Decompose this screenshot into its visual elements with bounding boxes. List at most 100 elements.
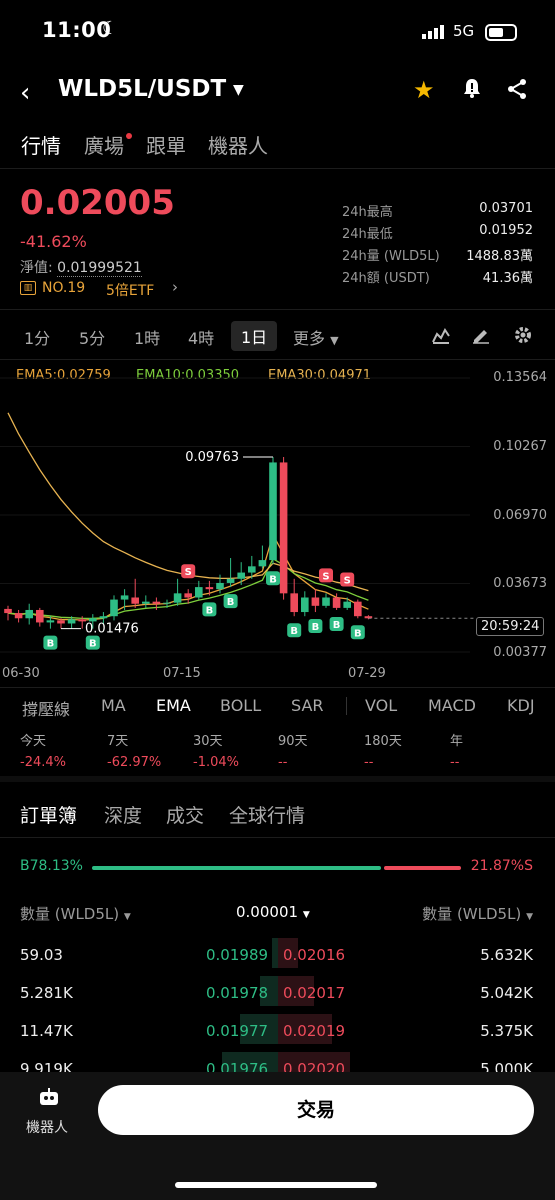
tab-square[interactable]: 廣場	[84, 130, 124, 159]
signal-icon	[422, 25, 444, 39]
star-icon[interactable]: ★	[413, 76, 435, 104]
candle-body	[279, 462, 288, 594]
y-tick-label: 0.10267	[493, 439, 547, 454]
stat-label: 24h最高	[342, 205, 393, 220]
interval-1m[interactable]: 1分	[24, 325, 50, 349]
ema30-line	[7, 412, 369, 592]
indicator-support[interactable]: 撐壓線	[22, 696, 70, 720]
price-step-select[interactable]: 0.00001 ▼	[236, 903, 310, 921]
pair-title[interactable]: WLD5L/USDT	[58, 76, 226, 102]
col-qty-left-label: 數量 (WLD5L)	[20, 905, 120, 923]
last-price: 0.02005	[20, 183, 175, 223]
perf-label: 年	[450, 734, 464, 749]
perf-value: -62.97%	[107, 755, 162, 770]
robot-label[interactable]: 機器人	[26, 1117, 68, 1137]
interval-1h[interactable]: 1時	[134, 325, 160, 349]
candle-body	[57, 620, 65, 624]
net-value-amount: 0.01999521	[57, 260, 142, 277]
x-tick-label: 06-30	[2, 666, 40, 681]
ask-price[interactable]: 0.02016	[283, 946, 345, 964]
marker-label: B	[269, 574, 277, 585]
col-qty-right[interactable]: 數量 (WLD5L) ▼	[422, 903, 533, 924]
tab-trades[interactable]: 成交	[166, 801, 204, 828]
interval-more-label: 更多	[293, 329, 326, 348]
tab-market[interactable]: 行情	[21, 130, 61, 159]
gear-icon[interactable]	[514, 326, 532, 344]
draw-icon[interactable]	[472, 326, 490, 344]
caret-down-icon: ▼	[330, 334, 339, 347]
perf-label: 90天	[278, 734, 308, 749]
perf-label: 7天	[107, 734, 129, 749]
indicator-ema[interactable]: EMA	[156, 696, 191, 715]
bid-price[interactable]: 0.01978	[206, 984, 268, 1002]
y-tick-label: 0.13564	[493, 370, 547, 385]
rank-label[interactable]: NO.19	[42, 280, 85, 296]
bid-price[interactable]: 0.01977	[206, 1022, 268, 1040]
trade-button[interactable]: 交易	[98, 1085, 534, 1135]
bid-price[interactable]: 0.01989	[206, 946, 268, 964]
candle-body	[248, 566, 256, 573]
y-tick-label: 0.03673	[493, 576, 547, 591]
candlestick-chart[interactable]: 0.09763 0.01476 B B B B B S B B B B S S	[0, 360, 555, 685]
bid-qty: 11.47K	[20, 1022, 73, 1040]
ask-price[interactable]: 0.02017	[283, 984, 345, 1002]
chevron-right-icon[interactable]: ›	[172, 278, 178, 296]
price-alert-icon[interactable]	[461, 77, 483, 99]
indicator-kdj[interactable]: KDJ	[507, 696, 535, 715]
candle-body	[131, 597, 139, 604]
indicator-macd[interactable]: MACD	[428, 696, 476, 715]
candle-body	[36, 609, 44, 623]
stat-value: 0.03701	[479, 201, 533, 216]
chevron-down-icon[interactable]: ▼	[233, 82, 244, 98]
perf-value: -24.4%	[20, 755, 66, 770]
divider	[346, 697, 347, 715]
interval-4h[interactable]: 4時	[188, 325, 214, 349]
perf-value: --	[278, 755, 288, 770]
etf-label[interactable]: 5倍ETF	[106, 280, 154, 300]
share-icon[interactable]	[506, 78, 528, 100]
divider	[0, 776, 555, 782]
col-qty-right-label: 數量 (WLD5L)	[422, 905, 522, 923]
divider	[0, 837, 555, 838]
marker-label: S	[322, 571, 329, 582]
perf-label: 今天	[20, 734, 47, 749]
tab-global-market[interactable]: 全球行情	[229, 801, 305, 828]
candle-body	[152, 601, 161, 604]
net-value[interactable]: 淨值: 0.01999521	[20, 257, 142, 277]
back-icon[interactable]: ‹	[20, 78, 30, 108]
tab-orderbook[interactable]: 訂單簿	[20, 801, 77, 828]
indicator-ma[interactable]: MA	[101, 696, 126, 715]
sell-ratio: 21.87%S	[470, 858, 533, 874]
candle-body	[195, 587, 203, 598]
sell-ratio-bar	[384, 866, 461, 870]
tab-depth[interactable]: 深度	[104, 801, 142, 828]
indicator-icon[interactable]	[432, 326, 450, 344]
robot-icon[interactable]	[38, 1088, 60, 1106]
candle-body	[163, 602, 171, 604]
marker-label: B	[47, 639, 55, 650]
interval-more[interactable]: 更多 ▼	[293, 325, 339, 349]
divider	[0, 687, 555, 688]
price-step-value: 0.00001	[236, 903, 299, 921]
ask-price[interactable]: 0.02019	[283, 1022, 345, 1040]
interval-1d[interactable]: 1日	[231, 321, 278, 351]
indicator-boll[interactable]: BOLL	[220, 696, 261, 715]
interval-5m[interactable]: 5分	[79, 325, 105, 349]
candle-body	[205, 587, 214, 590]
tab-bots[interactable]: 機器人	[208, 130, 268, 159]
col-qty-left[interactable]: 數量 (WLD5L) ▼	[20, 903, 131, 924]
moon-icon: ☾	[102, 18, 119, 39]
divider	[0, 168, 555, 169]
candle-body	[173, 593, 182, 603]
stat-value: 1488.83萬	[466, 249, 533, 264]
stat-value: 41.36萬	[482, 271, 533, 286]
candle-body	[322, 597, 330, 606]
price-change: -41.62%	[20, 232, 87, 251]
indicator-sar[interactable]: SAR	[291, 696, 324, 715]
candle-body	[46, 620, 55, 623]
candle-body	[25, 609, 33, 619]
candle-body	[99, 616, 108, 619]
tab-copy-trading[interactable]: 跟單	[146, 130, 186, 159]
stat-label: 24h量 (WLD5L)	[342, 249, 440, 264]
indicator-vol[interactable]: VOL	[365, 696, 397, 715]
